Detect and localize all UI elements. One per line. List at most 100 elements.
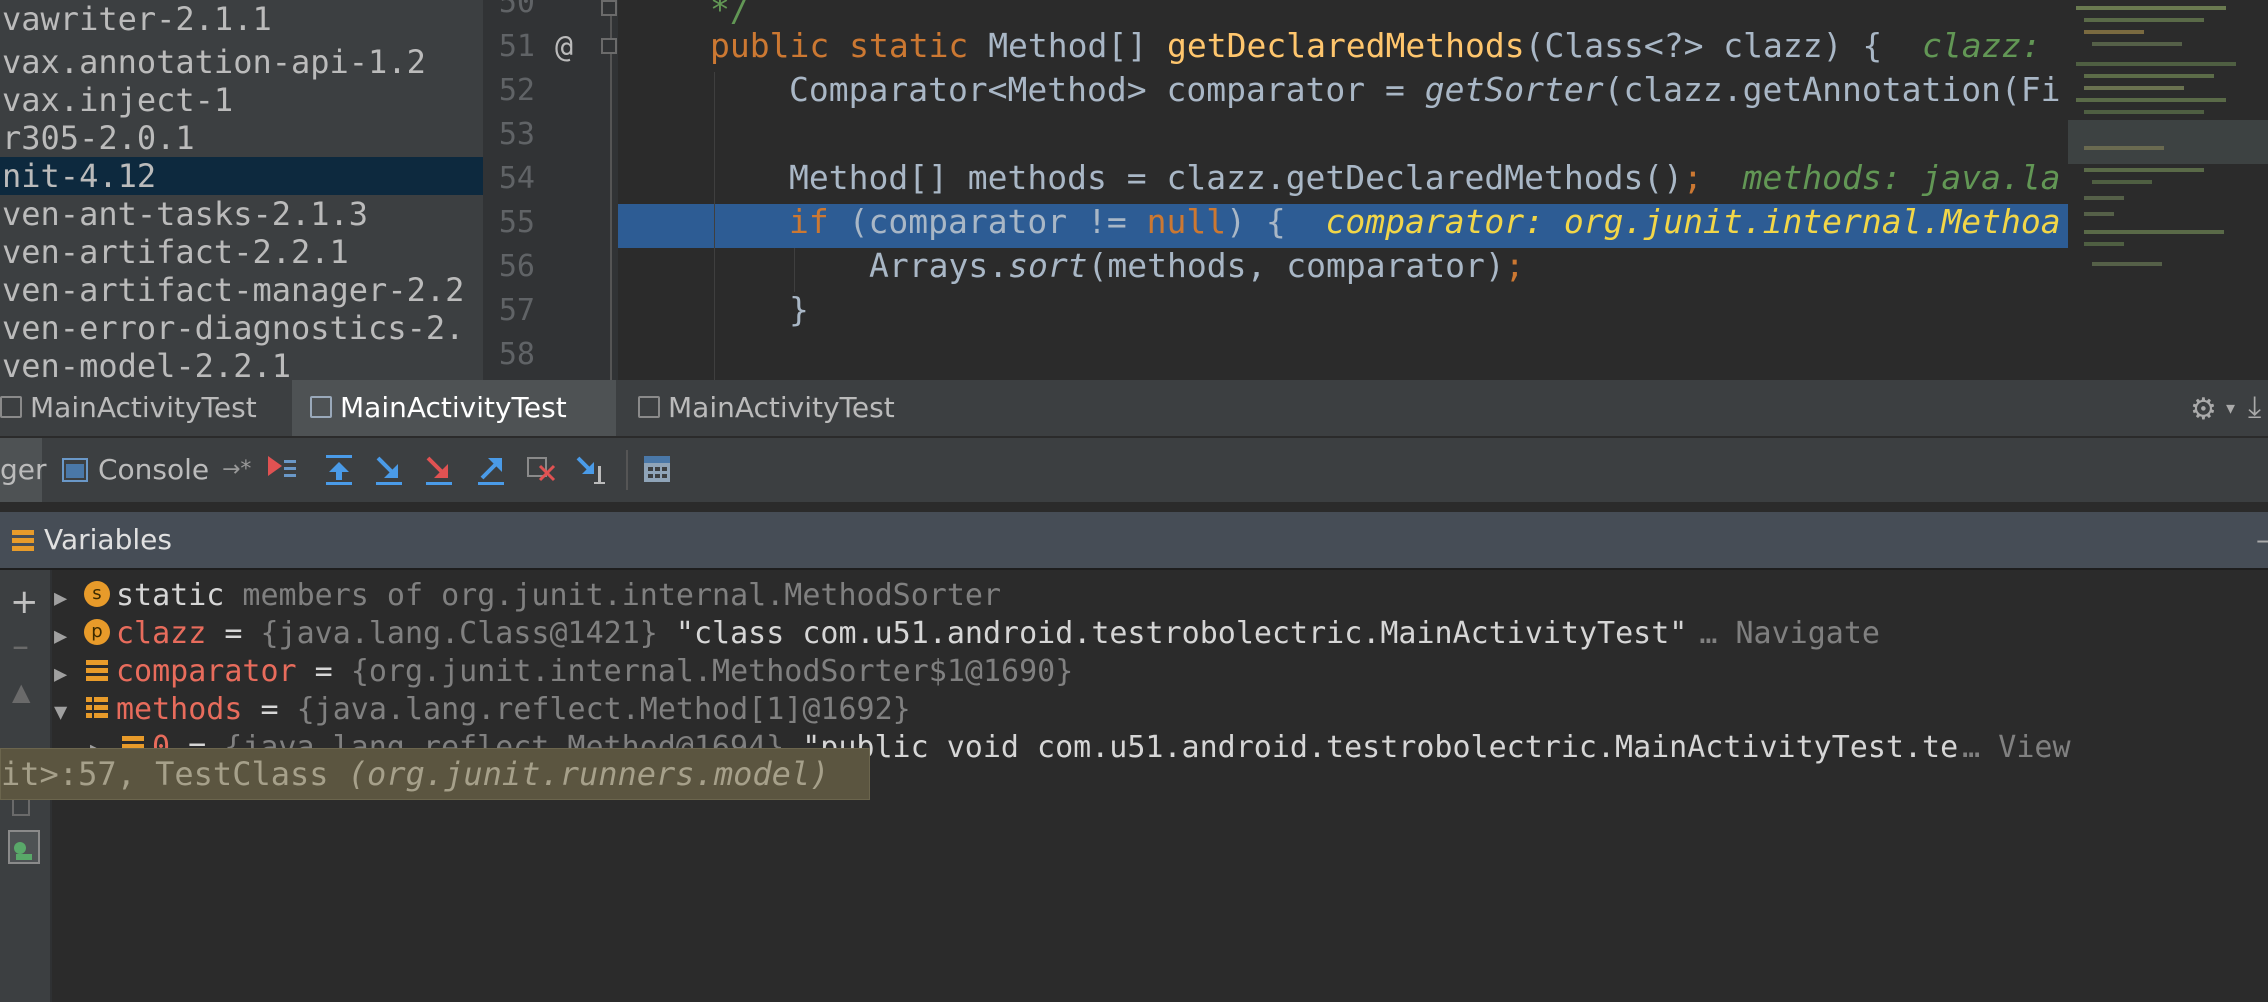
copy-icon[interactable]: [12, 800, 30, 816]
step-over-icon[interactable]: [322, 452, 356, 488]
frame-package: (org.junit.runners.model): [347, 755, 830, 793]
indent-guide: [794, 248, 795, 292]
editor-gutter[interactable]: 50 51 52 53 54 55 56 57 58 @: [483, 0, 618, 380]
static-call: getSorter: [1424, 70, 1604, 109]
view-link[interactable]: … View: [1962, 730, 2070, 765]
frame-tooltip: it>:57, TestClass (org.junit.runners.mod…: [0, 748, 870, 800]
tab-run-3[interactable]: MainActivityTest: [620, 380, 940, 436]
run-configuration-tabs: MainActivityTest MainActivityTest MainAc…: [0, 380, 2268, 438]
code-line-54[interactable]: Method[] methods = clazz.getDeclaredMeth…: [789, 156, 2061, 200]
code-line-55[interactable]: if (comparator != null) { comparator: or…: [789, 200, 2061, 244]
tree-item[interactable]: vawriter-2.1.1: [2, 0, 272, 38]
expand-arrow-icon[interactable]: ▶: [52, 618, 84, 656]
step-out-icon[interactable]: [474, 452, 508, 488]
collapse-arrow-icon[interactable]: ▼: [52, 694, 84, 732]
static-call: sort: [1008, 246, 1088, 285]
navigate-link[interactable]: … Navigate: [1699, 616, 1880, 651]
force-step-into-icon[interactable]: [422, 452, 456, 488]
equals-sign: =: [206, 616, 261, 651]
keyword: public: [710, 26, 830, 65]
inline-debug-hint: methods: java.la: [1742, 158, 2061, 197]
expand-arrow-icon[interactable]: ▶: [52, 580, 84, 618]
step-into-icon[interactable]: [372, 452, 406, 488]
tab-label: MainActivityTest: [30, 391, 257, 424]
variable-value: members of org.junit.internal.MethodSort…: [224, 578, 1002, 613]
code-text: (comparator !=: [828, 202, 1147, 241]
tree-item[interactable]: ven-model-2.2.1: [2, 347, 291, 380]
tree-item[interactable]: vax.inject-1: [2, 81, 233, 119]
remove-watch-icon[interactable]: –: [12, 626, 29, 666]
move-up-icon[interactable]: ▲: [12, 678, 30, 706]
line-number: 51: [498, 29, 535, 64]
variable-row[interactable]: ▶ comparator = {org.junit.internal.Method…: [52, 653, 1073, 691]
tree-item[interactable]: ven-artifact-2.2.1: [2, 233, 349, 271]
tab-console[interactable]: Console →*: [46, 438, 252, 502]
tab-run-1[interactable]: MainActivityTest: [0, 380, 300, 436]
inline-debug-hint: comparator: org.junit.internal.Methoa: [1325, 202, 2061, 241]
variable-name: clazz: [116, 616, 207, 651]
tab-label: MainActivityTest: [340, 391, 567, 424]
indent-guide: [714, 72, 715, 380]
console-icon: [62, 458, 88, 482]
tree-item[interactable]: vax.annotation-api-1.2: [2, 43, 426, 81]
code-editor[interactable]: */ public static Method[] getDeclaredMet…: [618, 0, 2068, 380]
settings-gear-icon[interactable]: ⚙: [2190, 392, 2217, 427]
restore-layout-icon[interactable]: [8, 830, 40, 864]
run-to-cursor-icon[interactable]: [574, 452, 608, 488]
frame-location: it>:57, TestClass: [1, 755, 348, 793]
variable-value: {java.lang.reflect.Method[1]@1692}: [296, 692, 911, 727]
return-type: Method[]: [988, 26, 1167, 65]
override-marker-icon[interactable]: @: [555, 30, 573, 65]
tree-item[interactable]: ven-artifact-manager-2.2: [2, 271, 464, 309]
keyword: null: [1146, 202, 1227, 241]
code-text: (clazz.getAnnotation(Fi: [1603, 70, 2061, 109]
code-line-52[interactable]: Comparator<Method> comparator = getSorte…: [789, 68, 2061, 112]
chevron-down-icon[interactable]: ▾: [2226, 398, 2235, 419]
project-tree[interactable]: vawriter-2.1.1 vax.annotation-api-1.2 va…: [0, 0, 483, 380]
code-minimap[interactable]: [2068, 0, 2268, 380]
tree-item[interactable]: ven-ant-tasks-2.1.3: [2, 195, 368, 233]
add-watch-icon[interactable]: +: [10, 582, 39, 622]
test-config-icon: [0, 396, 22, 418]
tree-item[interactable]: ven-error-diagnostics-2.: [2, 309, 464, 347]
code-text: ) {: [1226, 202, 1286, 241]
fold-toggle-icon[interactable]: [601, 38, 617, 54]
line-number: 52: [498, 73, 535, 108]
minimize-icon[interactable]: –: [2256, 512, 2268, 568]
fold-toggle-icon[interactable]: [601, 0, 617, 16]
toolbar-separator: [626, 450, 628, 490]
code-text: }: [789, 290, 809, 329]
pin-arrow-icon[interactable]: →*: [222, 438, 251, 502]
expand-arrow-icon[interactable]: ▶: [52, 656, 84, 694]
hide-panel-icon[interactable]: ⤓: [2248, 390, 2261, 425]
code-line-51[interactable]: public static Method[] getDeclaredMethod…: [710, 24, 2061, 68]
code-text: (methods, comparator): [1087, 246, 1505, 285]
line-number: 54: [498, 161, 535, 196]
show-execution-point-icon[interactable]: [264, 452, 298, 488]
code-text: Comparator<Method> comparator =: [789, 70, 1425, 109]
drop-frame-icon[interactable]: [524, 452, 558, 488]
variable-row[interactable]: ▼ methods = {java.lang.reflect.Method[1]@…: [52, 691, 911, 729]
variable-row[interactable]: ▶ p clazz = {java.lang.Class@1421} "class …: [52, 615, 1880, 653]
tree-item[interactable]: nit-4.12: [2, 157, 156, 195]
evaluate-expression-icon[interactable]: [640, 452, 674, 488]
code-line-57[interactable]: }: [789, 288, 809, 332]
variables-panel-header: Variables –: [0, 512, 2268, 570]
field-list-icon: [86, 659, 108, 681]
code-line-56[interactable]: Arrays.sort(methods, comparator);: [869, 244, 1525, 288]
line-number: 50: [498, 0, 535, 20]
keyword: if: [789, 202, 829, 241]
line-number: 55: [498, 205, 535, 240]
line-number: 56: [498, 249, 535, 284]
semicolon: ;: [1683, 158, 1703, 197]
keyword: static: [849, 26, 969, 65]
tree-item[interactable]: r305-2.0.1: [2, 119, 195, 157]
array-icon: [86, 696, 108, 718]
variable-name: static: [116, 578, 225, 613]
variable-row[interactable]: ▶ s static members of org.junit.internal.M…: [52, 577, 1001, 615]
variable-value: {java.lang.Class@1421}: [260, 616, 658, 651]
tab-debugger[interactable]: ger: [0, 438, 47, 502]
variable-name: comparator: [116, 654, 297, 689]
tab-run-2[interactable]: MainActivityTest: [292, 380, 616, 436]
method-name: getDeclaredMethods: [1167, 26, 1525, 65]
